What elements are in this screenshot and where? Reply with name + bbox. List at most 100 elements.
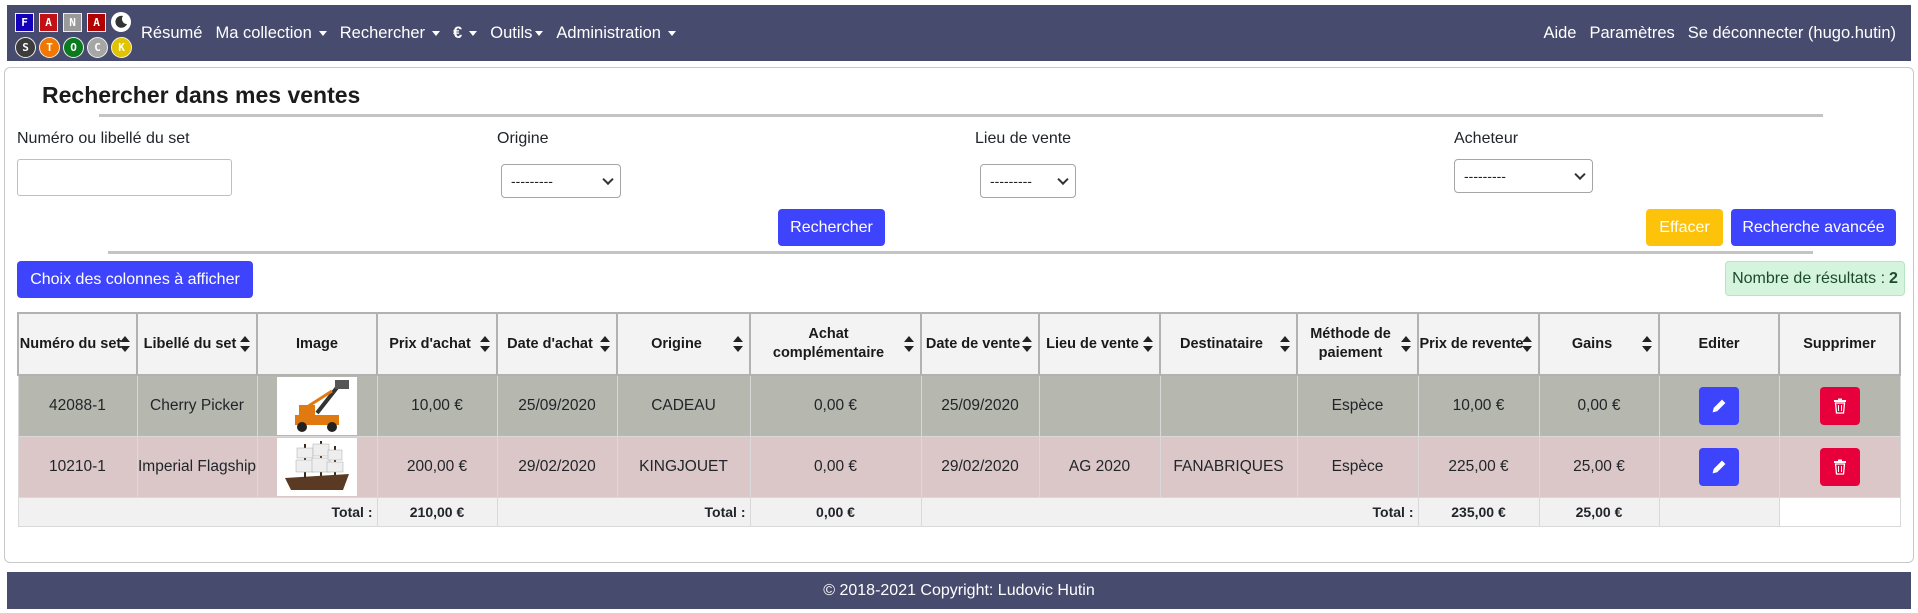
th-set-number-label: Numéro du set <box>19 335 122 352</box>
nav-resume[interactable]: Résumé <box>141 24 202 43</box>
th-payment-label: Méthode de paiement <box>1310 326 1391 361</box>
cell-purchase-date: 29/02/2020 <box>496 436 618 498</box>
sort-icon <box>1280 336 1290 352</box>
cell-purchase-price: 10,00 € <box>376 374 498 437</box>
th-image: Image <box>256 312 378 376</box>
th-purchase-price[interactable]: Prix d'achat <box>376 312 498 376</box>
cell-resale-price: 225,00 € <box>1417 436 1540 498</box>
caret-down-icon <box>667 30 676 36</box>
th-payment[interactable]: Méthode de paiement <box>1296 312 1419 376</box>
place-filter-select[interactable]: --------- <box>980 164 1076 198</box>
results-count-value: 2 <box>1889 269 1898 287</box>
cell-image <box>256 374 378 437</box>
th-recipient[interactable]: Destinataire <box>1159 312 1298 376</box>
nav-tools-dropdown[interactable]: Outils <box>490 23 544 43</box>
nav-euro-dropdown[interactable]: € <box>453 23 478 43</box>
clear-button[interactable]: Effacer <box>1646 209 1723 246</box>
total-empty-1 <box>1658 497 1780 527</box>
nav-collection-dropdown[interactable]: Ma collection <box>215 23 327 43</box>
buyer-filter-select[interactable]: --------- <box>1454 159 1593 193</box>
nav-admin-dropdown[interactable]: Administration <box>556 24 676 43</box>
th-purchase-price-label: Prix d'achat <box>389 335 471 352</box>
imperial-flagship-image[interactable] <box>277 438 357 496</box>
table-row: 42088-1 Cherry Picker 10,00 € 25/09/2020… <box>17 374 1901 437</box>
trash-icon <box>1833 398 1846 414</box>
cell-resale-price: 10,00 € <box>1417 374 1540 437</box>
sort-icon <box>240 336 250 352</box>
advanced-search-button[interactable]: Recherche avancée <box>1731 209 1896 246</box>
th-edit-label: Editer <box>1698 335 1740 352</box>
buyer-filter-value: --------- <box>1464 168 1506 184</box>
edit-button[interactable] <box>1699 387 1739 425</box>
cell-image <box>256 436 378 498</box>
nav-settings[interactable]: Paramètres <box>1589 24 1674 43</box>
cell-edit <box>1658 436 1780 498</box>
logo-tile-n: N <box>63 12 82 32</box>
delete-button[interactable] <box>1819 387 1860 425</box>
choose-columns-button[interactable]: Choix des colonnes à afficher <box>17 261 253 298</box>
nav-tools-label: Outils <box>490 23 533 42</box>
nav-admin-label: Administration <box>556 23 661 42</box>
sort-icon <box>120 336 130 352</box>
results-count-label: Nombre de résultats : <box>1732 269 1886 287</box>
cell-set-name: Cherry Picker <box>136 374 258 437</box>
cell-delete <box>1778 436 1901 498</box>
th-sale-date[interactable]: Date de vente <box>920 312 1040 376</box>
cell-delete <box>1778 374 1901 437</box>
edit-button[interactable] <box>1699 448 1739 486</box>
th-delete: Supprimer <box>1778 312 1901 376</box>
th-sale-place[interactable]: Lieu de vente <box>1038 312 1161 376</box>
nav-collection-label: Ma collection <box>215 23 312 42</box>
th-set-name-label: Libellé du set <box>143 335 237 352</box>
nav-euro-label: € <box>453 23 463 42</box>
nav-left: Résumé Ma collection Rechercher € Outils… <box>141 24 689 43</box>
table-header-row: Numéro du set Libellé du set Image Prix … <box>17 312 1901 376</box>
logo-tile-c: C <box>87 36 108 58</box>
title-divider <box>99 114 1823 117</box>
logo-tile-o: O <box>63 36 84 58</box>
cell-sale-date: 29/02/2020 <box>920 436 1040 498</box>
total-label-extra: Total : <box>496 497 751 527</box>
total-empty-2 <box>1778 497 1901 527</box>
th-purchase-date[interactable]: Date d'achat <box>496 312 618 376</box>
set-filter-input[interactable] <box>17 159 232 196</box>
buyer-filter-label: Acheteur <box>1454 130 1519 147</box>
sales-table: Numéro du set Libellé du set Image Prix … <box>17 312 1901 527</box>
th-gains[interactable]: Gains <box>1538 312 1660 376</box>
fanastock-logo[interactable]: FANASTOCK <box>15 8 135 59</box>
nav-logout[interactable]: Se déconnecter (hugo.hutin) <box>1688 24 1896 43</box>
sort-icon <box>1143 336 1153 352</box>
sort-icon <box>600 336 610 352</box>
nav-search-dropdown[interactable]: Rechercher <box>340 24 441 43</box>
th-extra-purchase[interactable]: Achat complémentaire <box>749 312 922 376</box>
th-resale-price[interactable]: Prix de revente <box>1417 312 1540 376</box>
cell-origin: KINGJOUET <box>616 436 751 498</box>
sort-icon <box>733 336 743 352</box>
cell-set-number: 10210-1 <box>17 436 138 498</box>
th-set-number[interactable]: Numéro du set <box>17 312 138 376</box>
origin-filter-select[interactable]: --------- <box>501 164 621 198</box>
cell-gains: 0,00 € <box>1538 374 1660 437</box>
sort-icon <box>904 336 914 352</box>
th-delete-label: Supprimer <box>1803 335 1876 352</box>
th-set-name[interactable]: Libellé du set <box>136 312 258 376</box>
chevron-down-icon <box>1574 168 1586 181</box>
cherry-picker-image[interactable] <box>277 377 357 435</box>
origin-filter-value: --------- <box>511 173 553 189</box>
total-extra-purchase: 0,00 € <box>749 497 922 527</box>
sort-icon <box>1401 336 1411 352</box>
nav-help[interactable]: Aide <box>1543 24 1576 43</box>
cell-recipient: FANABRIQUES <box>1159 436 1298 498</box>
filters-divider <box>108 251 1813 254</box>
th-origin[interactable]: Origine <box>616 312 751 376</box>
total-gains: 25,00 € <box>1538 497 1660 527</box>
caret-down-icon <box>432 30 441 36</box>
delete-button[interactable] <box>1819 448 1860 486</box>
search-button[interactable]: Rechercher <box>778 209 885 246</box>
total-purchase-price: 210,00 € <box>376 497 498 527</box>
th-resale-price-label: Prix de revente <box>1419 335 1524 352</box>
logo-tile-t: T <box>39 36 60 58</box>
place-filter-label: Lieu de vente <box>975 130 1072 147</box>
cell-recipient <box>1159 374 1298 437</box>
th-sale-place-label: Lieu de vente <box>1046 335 1139 352</box>
